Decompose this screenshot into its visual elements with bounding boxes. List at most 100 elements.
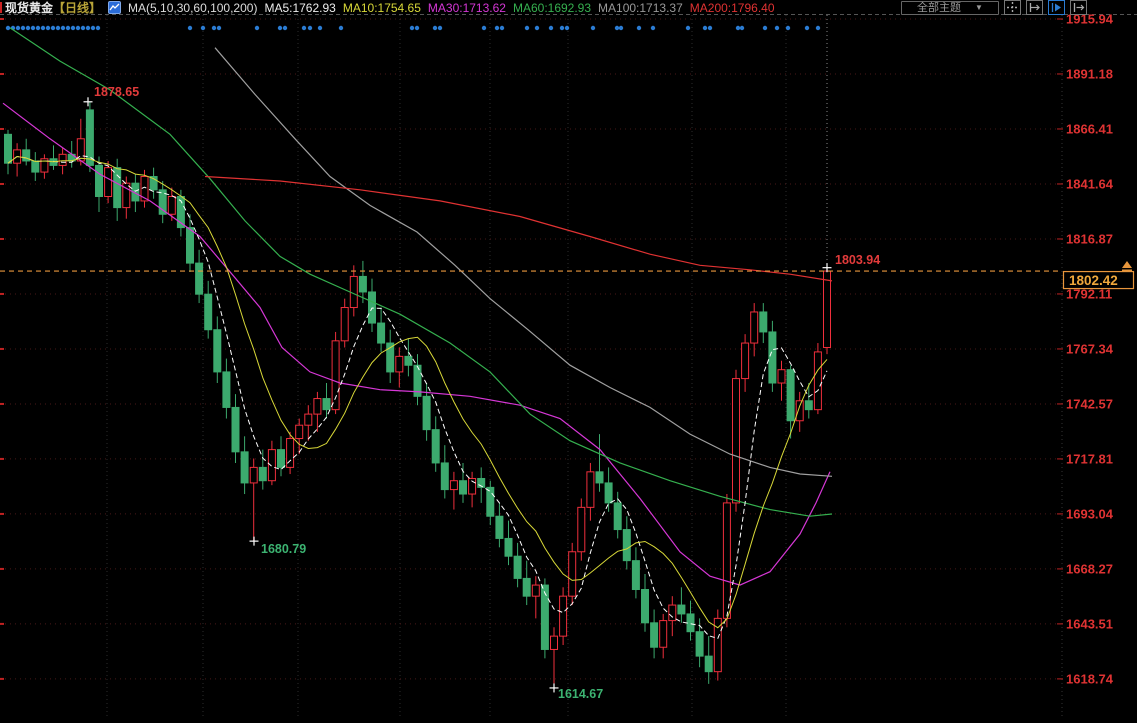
news-dot[interactable] bbox=[549, 26, 553, 30]
news-dot[interactable] bbox=[46, 26, 50, 30]
news-dot[interactable] bbox=[76, 26, 80, 30]
news-dot[interactable] bbox=[56, 26, 60, 30]
news-dot[interactable] bbox=[786, 26, 790, 30]
news-dot[interactable] bbox=[565, 26, 569, 30]
news-dot[interactable] bbox=[686, 26, 690, 30]
news-dot[interactable] bbox=[703, 26, 707, 30]
news-dot[interactable] bbox=[651, 26, 655, 30]
theme-dropdown-label: 全部主题 bbox=[917, 2, 961, 14]
news-dot[interactable] bbox=[763, 26, 767, 30]
news-dot[interactable] bbox=[495, 26, 499, 30]
news-dot[interactable] bbox=[302, 26, 306, 30]
candle-body bbox=[587, 472, 594, 508]
news-dot[interactable] bbox=[816, 26, 820, 30]
candle-body bbox=[523, 578, 530, 596]
news-dot[interactable] bbox=[438, 26, 442, 30]
candle-body bbox=[32, 161, 39, 172]
news-dot[interactable] bbox=[308, 26, 312, 30]
chart-header: 现货黄金【日线】 MA(5,10,30,60,100,200) MA5:1762… bbox=[0, 0, 1137, 15]
news-dot[interactable] bbox=[615, 26, 619, 30]
news-dot[interactable] bbox=[500, 26, 504, 30]
price-axis-label: 1717.81 bbox=[1066, 451, 1113, 466]
period-label[interactable]: 【日线】 bbox=[53, 1, 101, 15]
playback-tool-button[interactable] bbox=[1048, 0, 1065, 15]
price-axis-label: 1618.74 bbox=[1066, 671, 1114, 686]
news-dot[interactable] bbox=[775, 26, 779, 30]
crosshair-tool-button[interactable] bbox=[1004, 0, 1021, 15]
news-dot[interactable] bbox=[482, 26, 486, 30]
news-dot[interactable] bbox=[31, 26, 35, 30]
news-dot[interactable] bbox=[805, 26, 809, 30]
candle-body bbox=[250, 467, 257, 483]
play-icon bbox=[1050, 2, 1063, 13]
news-dot[interactable] bbox=[66, 26, 70, 30]
candle-body bbox=[232, 407, 239, 451]
news-dot[interactable] bbox=[16, 26, 20, 30]
axis-scale-tool-button[interactable] bbox=[1026, 0, 1043, 15]
news-dot[interactable] bbox=[91, 26, 95, 30]
news-dot[interactable] bbox=[6, 26, 10, 30]
news-dot[interactable] bbox=[86, 26, 90, 30]
candle-body bbox=[305, 414, 312, 425]
candle-body bbox=[687, 614, 694, 632]
news-dot[interactable] bbox=[736, 26, 740, 30]
candle-body bbox=[824, 271, 831, 347]
candle-body bbox=[514, 556, 521, 578]
news-dot[interactable] bbox=[255, 26, 259, 30]
news-dot[interactable] bbox=[81, 26, 85, 30]
news-dot[interactable] bbox=[433, 26, 437, 30]
news-dot[interactable] bbox=[217, 26, 221, 30]
news-dot[interactable] bbox=[283, 26, 287, 30]
news-dot[interactable] bbox=[410, 26, 414, 30]
news-dot[interactable] bbox=[591, 26, 595, 30]
candlestick-chart[interactable]: 1878.651680.791614.671803.941915.941891.… bbox=[0, 0, 1137, 723]
collapse-tool-button[interactable] bbox=[1070, 0, 1087, 15]
news-dot[interactable] bbox=[318, 26, 322, 30]
news-dot[interactable] bbox=[525, 26, 529, 30]
news-dot[interactable] bbox=[708, 26, 712, 30]
candle-body bbox=[778, 370, 785, 383]
candle-body bbox=[796, 401, 803, 421]
theme-dropdown[interactable]: 全部主题▼ bbox=[901, 1, 999, 15]
chart-type-icon[interactable] bbox=[108, 1, 121, 14]
candle-body bbox=[241, 452, 248, 483]
news-dot[interactable] bbox=[535, 26, 539, 30]
news-dot[interactable] bbox=[96, 26, 100, 30]
price-axis-label: 1693.04 bbox=[1066, 506, 1114, 521]
candle-body bbox=[642, 590, 649, 623]
news-dot[interactable] bbox=[619, 26, 623, 30]
news-dot[interactable] bbox=[36, 26, 40, 30]
news-dot[interactable] bbox=[212, 26, 216, 30]
price-axis-label: 1668.27 bbox=[1066, 561, 1113, 576]
news-dot[interactable] bbox=[61, 26, 65, 30]
candle-body bbox=[187, 228, 194, 264]
candle-body bbox=[405, 356, 412, 365]
candle-body bbox=[678, 605, 685, 614]
ma-group-label: MA(5,10,30,60,100,200) bbox=[128, 1, 257, 15]
ma10-value: MA10:1754.65 bbox=[343, 1, 421, 15]
news-dot[interactable] bbox=[21, 26, 25, 30]
candle-body bbox=[268, 450, 275, 481]
news-dot[interactable] bbox=[71, 26, 75, 30]
news-dot[interactable] bbox=[26, 26, 30, 30]
candle-body bbox=[751, 312, 758, 343]
ma100-value: MA100:1713.37 bbox=[598, 1, 683, 15]
news-dot[interactable] bbox=[201, 26, 205, 30]
news-dot[interactable] bbox=[51, 26, 55, 30]
news-dot[interactable] bbox=[188, 26, 192, 30]
header-controls: 全部主题▼ bbox=[901, 0, 1087, 15]
news-dot[interactable] bbox=[415, 26, 419, 30]
price-axis-label: 1891.18 bbox=[1066, 66, 1113, 81]
news-dot[interactable] bbox=[560, 26, 564, 30]
current-price-value: 1802.42 bbox=[1069, 273, 1118, 288]
news-dot[interactable] bbox=[339, 26, 343, 30]
news-dot[interactable] bbox=[278, 26, 282, 30]
news-dot[interactable] bbox=[41, 26, 45, 30]
price-axis-label: 1643.51 bbox=[1066, 616, 1113, 631]
news-dot[interactable] bbox=[637, 26, 641, 30]
candle-body bbox=[541, 585, 548, 649]
ma200-value: MA200:1796.40 bbox=[690, 1, 775, 15]
ma200-line bbox=[205, 177, 832, 281]
candle-body bbox=[614, 503, 621, 530]
news-dot[interactable] bbox=[740, 26, 744, 30]
